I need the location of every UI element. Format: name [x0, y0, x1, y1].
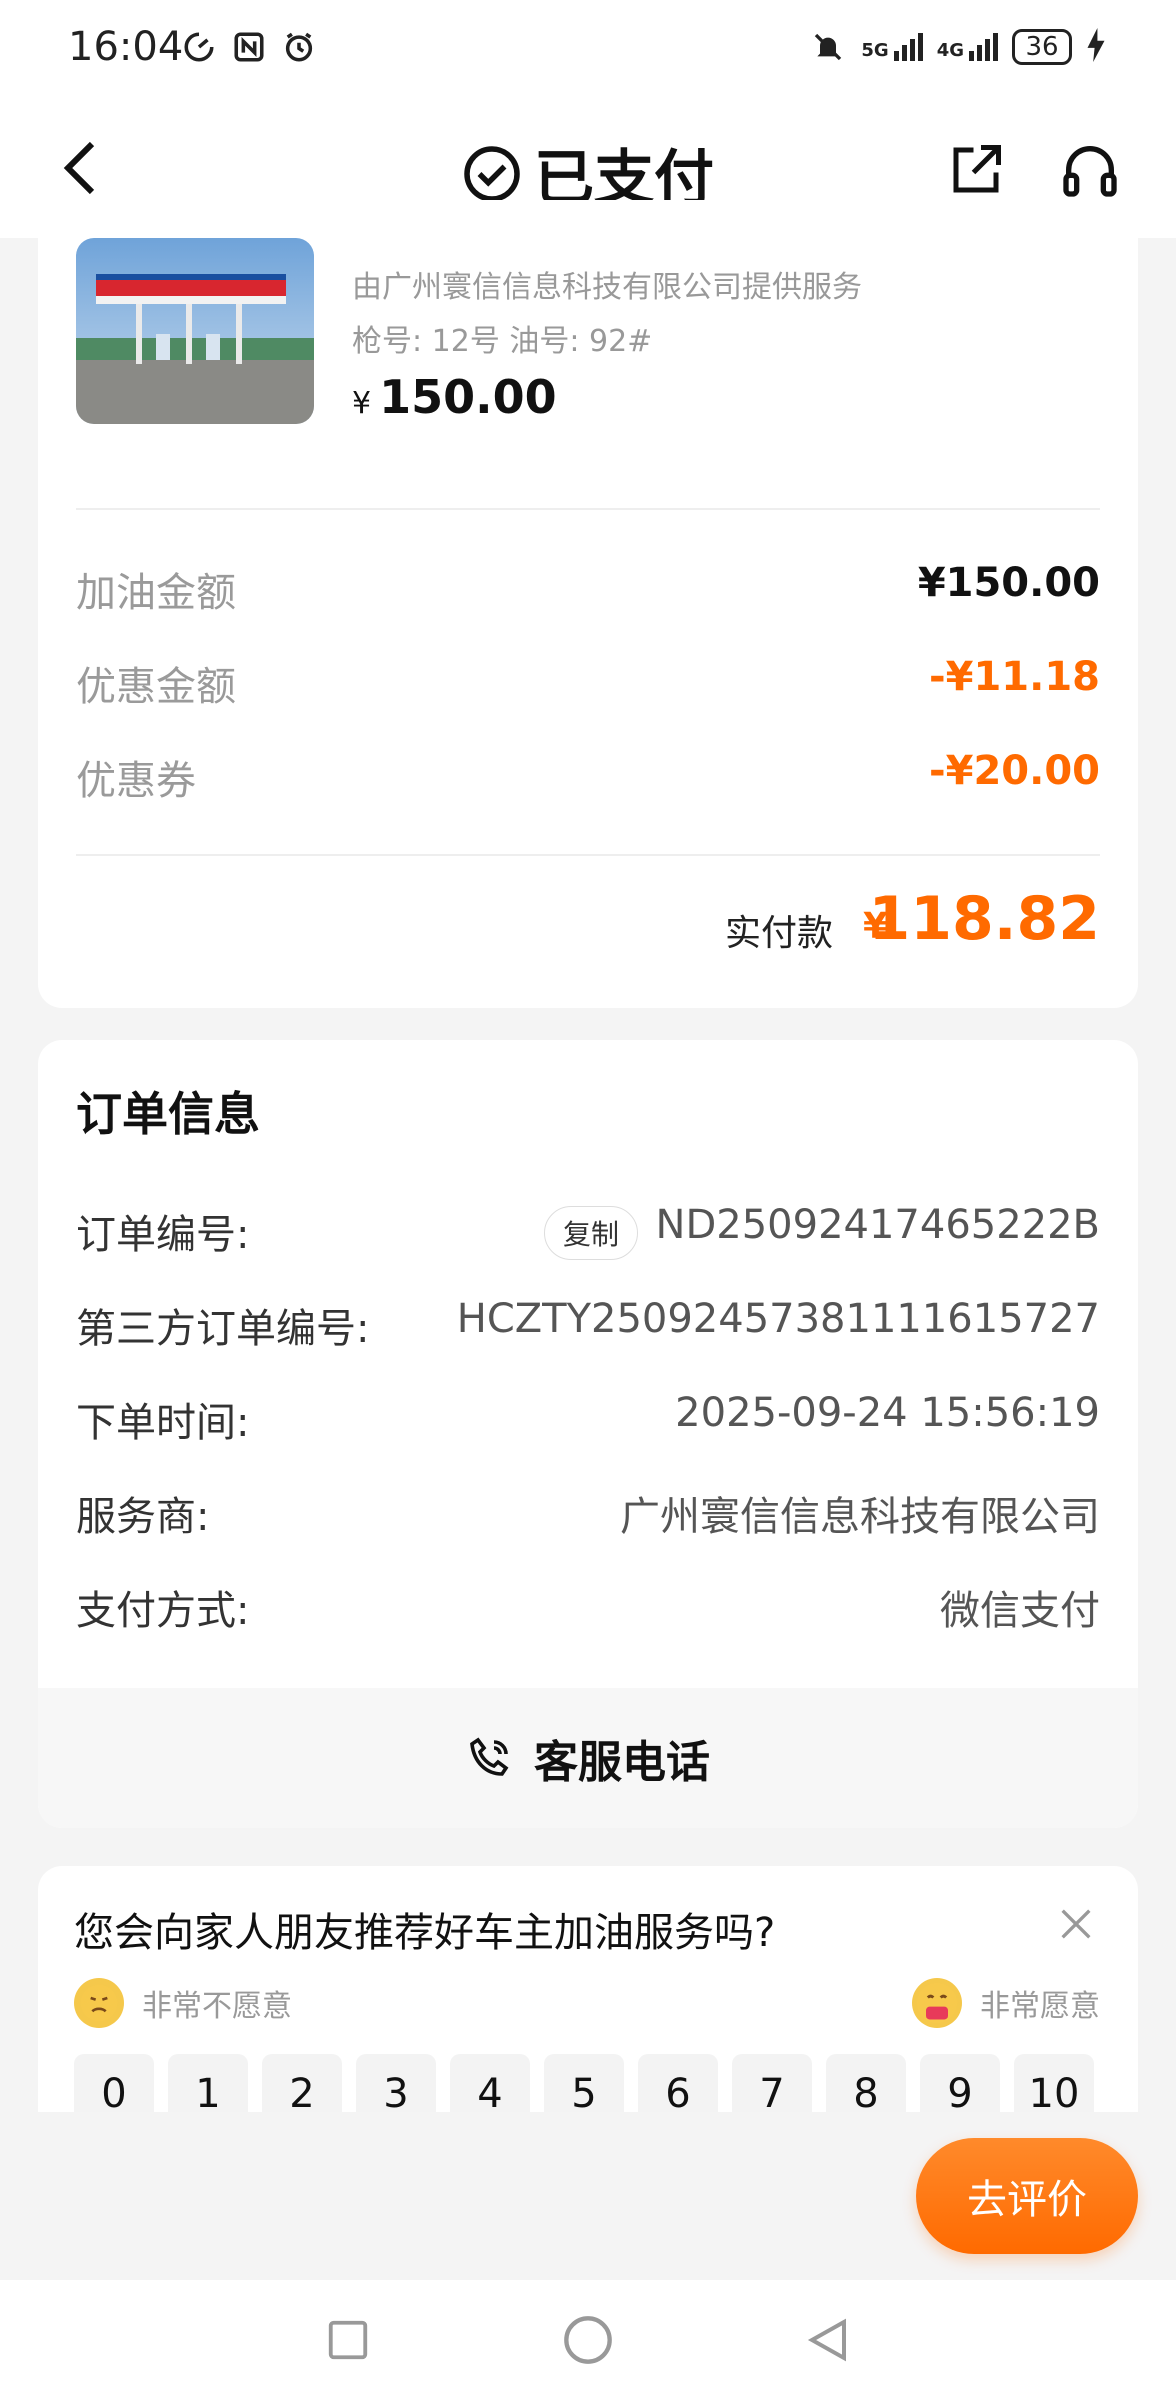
status-icons-right: 5G 4G 36 [809, 28, 1106, 66]
customer-service-phone-label: 客服电话 [534, 1737, 710, 1788]
order-info-card: 订单信息 订单编号: 复制 ND25092417465222B 第三方订单编号:… [38, 1040, 1138, 1828]
payment-method-label: 支付方式: [76, 1588, 250, 1634]
scale-left-label: 非常不愿意 [142, 1989, 292, 2024]
currency-symbol: ¥ [352, 386, 372, 421]
share-icon [953, 145, 1001, 193]
service-provider-label: 服务商: [76, 1494, 210, 1540]
signal-5g-icon: 5G [861, 33, 923, 61]
phone-icon [470, 1737, 509, 1776]
status-icons-left [180, 28, 318, 66]
home-button[interactable] [558, 2310, 618, 2370]
network-4g-label: 4G [936, 40, 964, 61]
order-info-title: 订单信息 [76, 1087, 260, 1141]
order-time-label: 下单时间: [76, 1400, 250, 1446]
recent-apps-button[interactable] [318, 2310, 378, 2370]
coupon-label: 优惠券 [76, 758, 196, 804]
fuel-amount-label: 加油金额 [76, 570, 236, 616]
service-provider-value: 广州寰信信息科技有限公司 [620, 1494, 1100, 1540]
service-provider-text: 由广州寰信信息科技有限公司提供服务 [352, 270, 862, 305]
total-paid-value: 118.82 [868, 884, 1100, 954]
share-button[interactable] [936, 130, 1016, 210]
triangle-back-icon [807, 2318, 846, 2362]
divider [76, 508, 1100, 510]
order-number-label: 订单编号: [76, 1212, 250, 1258]
gas-station-thumbnail [76, 238, 314, 424]
close-icon [1061, 1909, 1091, 1939]
order-number-value: ND25092417465222B [655, 1202, 1100, 1248]
payment-method-value: 微信支付 [940, 1588, 1100, 1634]
third-party-order-value: HCZTY25092457381111615727 [456, 1296, 1100, 1342]
discount-amount-label: 优惠金额 [76, 664, 236, 710]
system-navigation-bar [0, 2280, 1176, 2400]
nfc-icon [230, 28, 268, 66]
survey-card: 您会向家人朋友推荐好车主加油服务吗? 非常不愿意 非常愿意 0 1 2 3 4 … [38, 1866, 1138, 2134]
pump-fuel-info: 枪号: 12号 油号: 92# [352, 324, 653, 359]
discount-amount-value: -¥11.18 [929, 654, 1100, 700]
mute-icon [809, 28, 847, 66]
customer-service-phone-button[interactable]: 客服电话 [38, 1688, 1138, 1828]
unhappy-emoji-icon [74, 1978, 124, 2028]
product-price: ¥150.00 [352, 370, 557, 424]
signal-4g-icon: 4G [937, 33, 998, 61]
scale-left: 非常不愿意 [74, 1978, 292, 2028]
system-back-button[interactable] [798, 2310, 858, 2370]
fuel-amount-value: ¥150.00 [917, 560, 1100, 606]
happy-emoji-icon [912, 1978, 962, 2028]
circle-icon [564, 2316, 612, 2364]
speed-icon [180, 28, 218, 66]
square-icon [328, 2320, 368, 2360]
order-summary-card: 由广州寰信信息科技有限公司提供服务 枪号: 12号 油号: 92# ¥150.0… [38, 200, 1138, 1008]
battery-icon: 36 [1012, 29, 1072, 65]
divider [76, 854, 1100, 856]
battery-level: 36 [1025, 32, 1059, 62]
survey-question: 您会向家人朋友推荐好车主加油服务吗? [74, 1910, 776, 1956]
network-5g-label: 5G [861, 40, 889, 61]
customer-service-button[interactable] [1050, 130, 1130, 210]
scale-right: 非常愿意 [912, 1978, 1100, 2028]
close-survey-button[interactable] [1052, 1900, 1100, 1948]
scale-right-label: 非常愿意 [980, 1989, 1100, 2024]
third-party-order-label: 第三方订单编号: [76, 1306, 370, 1352]
check-circle-icon [464, 145, 520, 202]
headset-icon [1063, 146, 1117, 197]
status-time: 16:04 [68, 24, 184, 70]
order-time-value: 2025-09-24 15:56:19 [675, 1390, 1100, 1436]
total-paid-label: 实付款 [724, 913, 833, 954]
charging-icon [1086, 28, 1106, 66]
review-button[interactable]: 去评价 [916, 2138, 1138, 2254]
product-price-value: 150.00 [379, 370, 557, 424]
alarm-icon [280, 28, 318, 66]
copy-button[interactable]: 复制 [543, 1206, 638, 1260]
coupon-value: -¥20.00 [929, 748, 1100, 794]
status-bar: 16:04 5G 4G 36 [0, 0, 1176, 100]
